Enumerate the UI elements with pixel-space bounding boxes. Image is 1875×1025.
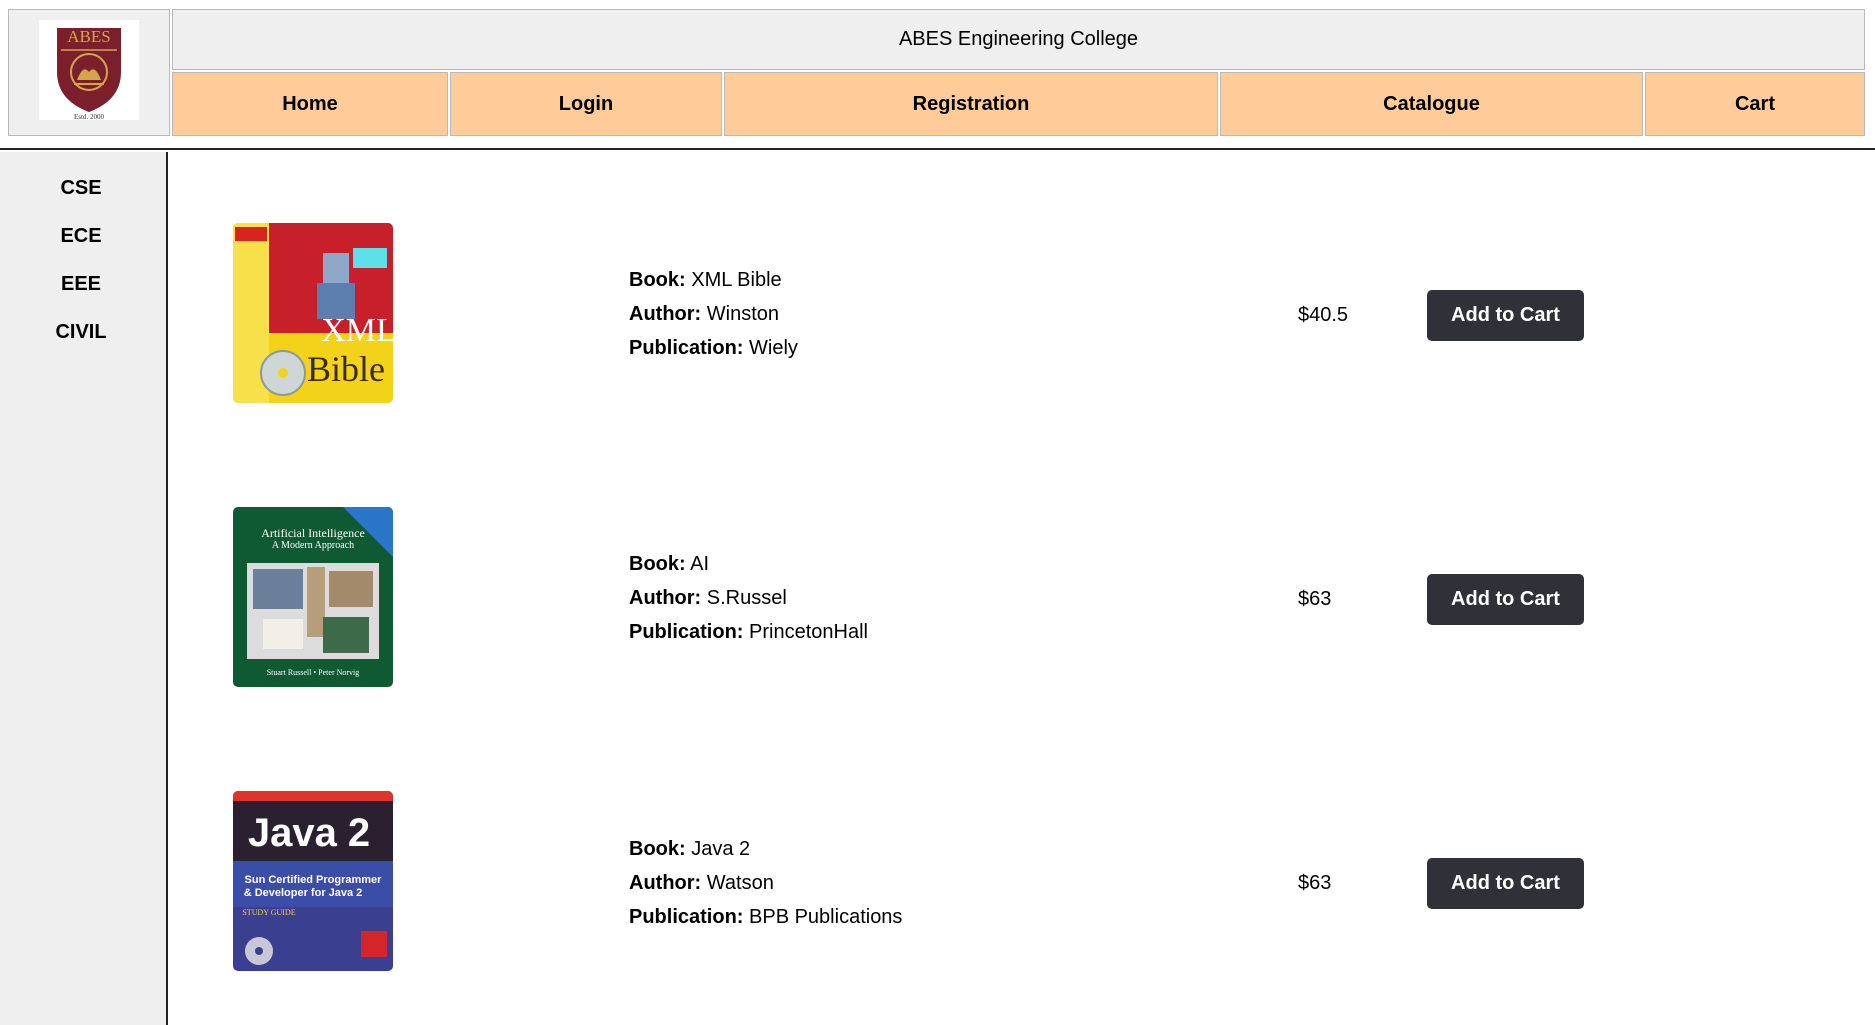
book-title: Java 2 bbox=[691, 838, 751, 860]
book-cover-ai[interactable]: Artificial Intelligence A Modern Approac… bbox=[233, 507, 393, 687]
book-details-2: Book: AI Author: S.Russel Publication: P… bbox=[629, 547, 868, 649]
book-title: AI bbox=[690, 553, 710, 575]
book-author: Winston bbox=[706, 303, 780, 325]
cover-title-java: Java 2 bbox=[248, 811, 370, 855]
cover-subtitle-java-1: Sun Certified Programmer bbox=[245, 874, 383, 886]
book-author-row: Author: S.Russel bbox=[629, 581, 868, 615]
nav-home[interactable]: Home bbox=[172, 72, 448, 136]
department-sidebar: CSE ECE EEE CIVIL bbox=[0, 152, 168, 1025]
author-label: Author: bbox=[629, 303, 702, 325]
book-cover-xml-bible[interactable]: XML Bible bbox=[233, 223, 393, 403]
book-cover-java-2[interactable]: Java 2 Sun Certified Programmer & Develo… bbox=[233, 791, 393, 971]
book-details-1: Book: XML Bible Author: Winston Publicat… bbox=[629, 263, 798, 365]
book-author: S.Russel bbox=[706, 587, 787, 609]
author-label: Author: bbox=[629, 587, 702, 609]
book-label: Book: bbox=[629, 269, 686, 291]
cover-title-ai: Artificial Intelligence bbox=[261, 526, 365, 540]
sidebar-item-ece[interactable]: ECE bbox=[0, 225, 162, 248]
book-details-3: Book: Java 2 Author: Watson Publication:… bbox=[629, 832, 902, 934]
book-author-row: Author: Winston bbox=[629, 297, 798, 331]
book-publication-row: Publication: Wiely bbox=[629, 331, 798, 365]
book-author-row: Author: Watson bbox=[629, 866, 902, 900]
page-header: ABES Estd. 2000 ABES Engineering College… bbox=[0, 0, 1875, 150]
sidebar-item-cse[interactable]: CSE bbox=[0, 177, 162, 200]
book-publication-row: Publication: PrincetonHall bbox=[629, 615, 868, 649]
nav-catalogue[interactable]: Catalogue bbox=[1220, 72, 1643, 136]
java-2-cover-image: Java 2 Sun Certified Programmer & Develo… bbox=[233, 791, 393, 971]
crest-icon: ABES Estd. 2000 bbox=[57, 27, 121, 120]
publication-label: Publication: bbox=[629, 337, 744, 359]
author-label: Author: bbox=[629, 872, 702, 894]
sidebar-item-civil[interactable]: CIVIL bbox=[0, 321, 162, 344]
cover-subtitle-ai: A Modern Approach bbox=[272, 540, 354, 551]
college-logo[interactable]: ABES Estd. 2000 bbox=[39, 20, 139, 120]
book-title-row: Book: XML Bible bbox=[629, 263, 798, 297]
book-price: $40.5 bbox=[1298, 304, 1349, 326]
ai-cover-image: Artificial Intelligence A Modern Approac… bbox=[233, 507, 393, 687]
nav-registration[interactable]: Registration bbox=[724, 72, 1218, 136]
book-publication: Wiely bbox=[749, 337, 798, 359]
add-to-cart-button[interactable]: Add to Cart bbox=[1427, 290, 1584, 341]
sidebar-item-eee[interactable]: EEE bbox=[0, 273, 162, 296]
book-price: $63 bbox=[1298, 588, 1332, 610]
book-publication: BPB Publications bbox=[749, 906, 903, 928]
cover-title-bible: Bible bbox=[307, 349, 385, 389]
publication-label: Publication: bbox=[629, 906, 744, 928]
publication-label: Publication: bbox=[629, 621, 744, 643]
cover-title-xml: XML bbox=[321, 312, 393, 349]
logo-cell: ABES Estd. 2000 bbox=[8, 9, 170, 136]
nav-cart[interactable]: Cart bbox=[1645, 72, 1865, 136]
book-label: Book: bbox=[629, 838, 686, 860]
college-title: ABES Engineering College bbox=[172, 9, 1865, 70]
nav-login[interactable]: Login bbox=[450, 72, 722, 136]
book-author: Watson bbox=[706, 872, 774, 894]
book-publication: PrincetonHall bbox=[749, 621, 868, 643]
cover-subtitle-java-2: & Developer for Java 2 bbox=[244, 887, 363, 899]
cover-study-guide: STUDY GUIDE bbox=[242, 908, 295, 917]
add-to-cart-button[interactable]: Add to Cart bbox=[1427, 858, 1584, 909]
book-title: XML Bible bbox=[691, 269, 782, 291]
xml-bible-cover-image: XML Bible bbox=[233, 223, 393, 403]
add-to-cart-button[interactable]: Add to Cart bbox=[1427, 574, 1584, 625]
book-price: $63 bbox=[1298, 872, 1332, 894]
cover-authors-ai: Stuart Russell • Peter Norvig bbox=[267, 668, 360, 677]
svg-text:Estd. 2000: Estd. 2000 bbox=[74, 113, 104, 120]
book-title-row: Book: Java 2 bbox=[629, 832, 902, 866]
svg-text:ABES: ABES bbox=[67, 27, 110, 46]
book-title-row: Book: AI bbox=[629, 547, 868, 581]
book-label: Book: bbox=[629, 553, 686, 575]
book-publication-row: Publication: BPB Publications bbox=[629, 900, 902, 934]
